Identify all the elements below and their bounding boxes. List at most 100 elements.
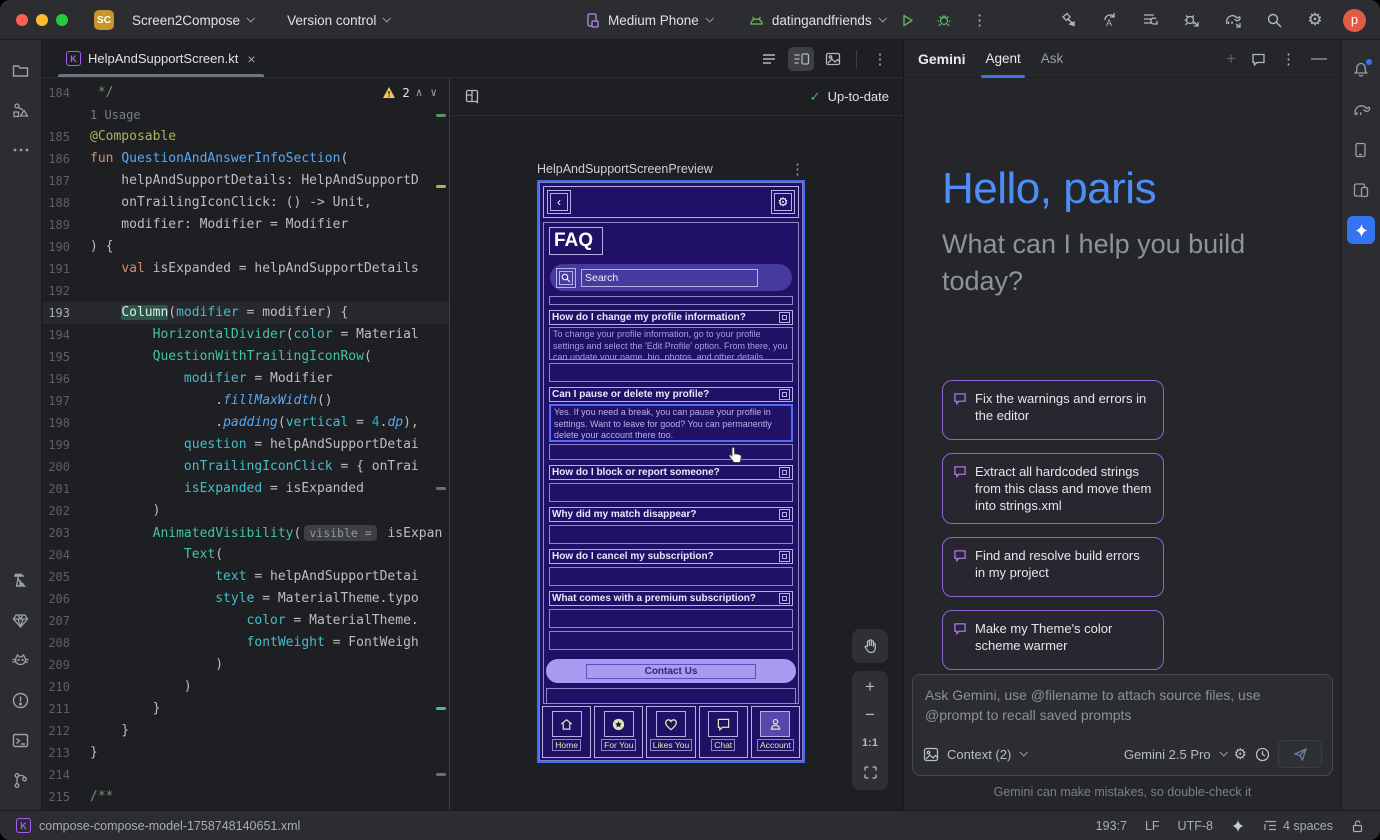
line-number[interactable]: 207: [42, 610, 90, 632]
file-tab[interactable]: K HelpAndSupportScreen.kt ×: [56, 40, 266, 77]
code-line[interactable]: 199 question = helpAndSupportDetai: [42, 434, 449, 456]
code-line[interactable]: 202 ): [42, 500, 449, 522]
user-avatar[interactable]: p: [1343, 9, 1366, 32]
run-button[interactable]: [895, 7, 921, 33]
line-number[interactable]: 198: [42, 412, 90, 434]
code-editor[interactable]: 184 */1 Usage185@Composable186fun Questi…: [42, 78, 450, 810]
nav-item-chat[interactable]: Chat: [699, 706, 748, 758]
code-line[interactable]: 210 ): [42, 676, 449, 698]
running-devices-icon[interactable]: [1347, 176, 1375, 204]
zoom-in-button[interactable]: +: [865, 681, 875, 693]
line-number[interactable]: 212: [42, 720, 90, 742]
tab-agent[interactable]: Agent: [985, 40, 1020, 78]
code-line[interactable]: 209 ): [42, 654, 449, 676]
send-button[interactable]: [1278, 740, 1322, 768]
line-separator[interactable]: LF: [1145, 819, 1160, 833]
zoom-to-fit-icon[interactable]: [863, 765, 878, 780]
line-number[interactable]: 211: [42, 698, 90, 720]
line-number[interactable]: 214: [42, 764, 90, 786]
code-line[interactable]: 191 val isExpanded = helpAndSupportDetai…: [42, 258, 449, 280]
more-actions-icon[interactable]: ⋮: [967, 7, 993, 33]
suggestion-card[interactable]: Make my Theme's color scheme warmer: [942, 610, 1164, 670]
code-line[interactable]: 188 onTrailingIconClick: () -> Unit,: [42, 192, 449, 214]
history-clock-icon[interactable]: [1255, 747, 1270, 762]
faq-question[interactable]: What comes with a premium subscription?: [549, 591, 793, 606]
gradle-icon[interactable]: [1347, 96, 1375, 124]
caret-position[interactable]: 193:7: [1096, 819, 1127, 833]
code-line[interactable]: 200 onTrailingIconClick = { onTrai: [42, 456, 449, 478]
pan-hand-icon[interactable]: [852, 629, 888, 663]
settings-button[interactable]: ⚙: [771, 190, 795, 214]
close-tab-icon[interactable]: ×: [247, 51, 255, 67]
line-number[interactable]: 191: [42, 258, 90, 280]
line-number[interactable]: 188: [42, 192, 90, 214]
project-selector[interactable]: Screen2Compose: [132, 13, 253, 28]
faq-question[interactable]: Why did my match disappear?: [549, 507, 793, 522]
code-line[interactable]: 206 style = MaterialTheme.typo: [42, 588, 449, 610]
project-folder-icon[interactable]: [7, 56, 35, 84]
line-number[interactable]: 199: [42, 434, 90, 456]
gemini-settings-icon[interactable]: ⚙: [1234, 745, 1247, 763]
gradle-sync-icon[interactable]: [1220, 7, 1246, 33]
expand-toggle-icon[interactable]: [779, 551, 790, 562]
faq-question[interactable]: Can I pause or delete my profile?: [549, 387, 793, 402]
context-button[interactable]: Context (2): [947, 747, 1026, 762]
hide-panel-icon[interactable]: —: [1311, 50, 1327, 68]
phone-preview[interactable]: ‹ ⚙ FAQ Search How do I change my profil…: [537, 180, 805, 763]
code-line[interactable]: 189 modifier: Modifier = Modifier: [42, 214, 449, 236]
model-selector[interactable]: Gemini 2.5 Pro: [1124, 747, 1226, 762]
line-number[interactable]: 186: [42, 148, 90, 170]
line-number[interactable]: 185: [42, 126, 90, 148]
code-line[interactable]: 185@Composable: [42, 126, 449, 148]
code-line[interactable]: 197 .fillMaxWidth(): [42, 390, 449, 412]
line-number[interactable]: 190: [42, 236, 90, 258]
more-tool-windows-icon[interactable]: [7, 136, 35, 164]
faq-question[interactable]: How do I change my profile information?: [549, 310, 793, 325]
gemini-options-icon[interactable]: ⋮: [1281, 50, 1296, 68]
expand-toggle-icon[interactable]: [779, 593, 790, 604]
code-line[interactable]: 214: [42, 764, 449, 786]
terminal-icon[interactable]: [7, 726, 35, 754]
line-number[interactable]: 192: [42, 280, 90, 302]
code-line[interactable]: 212 }: [42, 720, 449, 742]
prev-problem-icon[interactable]: ∧: [416, 86, 423, 99]
line-number[interactable]: 194: [42, 324, 90, 346]
line-number[interactable]: 209: [42, 654, 90, 676]
attach-image-icon[interactable]: [923, 747, 939, 762]
preview-options-icon[interactable]: ⋮: [790, 160, 805, 178]
close-window-button[interactable]: [16, 14, 28, 26]
line-number[interactable]: 197: [42, 390, 90, 412]
expand-toggle-icon[interactable]: [779, 509, 790, 520]
nav-item-home[interactable]: Home: [542, 706, 591, 758]
zoom-ratio-button[interactable]: 1:1: [862, 737, 878, 749]
indent-widget[interactable]: 4 spaces: [1263, 819, 1333, 833]
new-chat-icon[interactable]: +: [1226, 49, 1236, 69]
editor-options-icon[interactable]: ⋮: [867, 47, 893, 71]
line-number[interactable]: [42, 104, 90, 126]
maximize-window-button[interactable]: [56, 14, 68, 26]
version-control-icon[interactable]: [7, 766, 35, 794]
code-line[interactable]: 196 modifier = Modifier: [42, 368, 449, 390]
lock-icon[interactable]: [1351, 819, 1364, 833]
line-number[interactable]: 195: [42, 346, 90, 368]
nav-item-likes-you[interactable]: Likes You: [646, 706, 695, 758]
code-line[interactable]: 190) {: [42, 236, 449, 258]
code-line[interactable]: 192: [42, 280, 449, 302]
code-line[interactable]: 187 helpAndSupportDetails: HelpAndSuppor…: [42, 170, 449, 192]
structure-icon[interactable]: [7, 96, 35, 124]
gemini-input-box[interactable]: Ask Gemini, use @filename to attach sour…: [912, 674, 1333, 776]
code-line[interactable]: 208 fontWeight = FontWeigh: [42, 632, 449, 654]
line-number[interactable]: 204: [42, 544, 90, 566]
logcat-icon[interactable]: [7, 646, 35, 674]
run-config-selector[interactable]: datingandfriends: [748, 13, 885, 28]
line-number[interactable]: 201: [42, 478, 90, 500]
code-line[interactable]: 203 AnimatedVisibility(visible = isExpan: [42, 522, 449, 544]
status-file-name[interactable]: compose-compose-model-1758748140651.xml: [39, 819, 300, 833]
line-number[interactable]: 208: [42, 632, 90, 654]
suggestion-card[interactable]: Fix the warnings and errors in the edito…: [942, 380, 1164, 440]
minimize-window-button[interactable]: [36, 14, 48, 26]
line-number[interactable]: 193: [42, 302, 90, 324]
code-line[interactable]: 194 HorizontalDivider(color = Material: [42, 324, 449, 346]
search-bar[interactable]: Search: [550, 264, 792, 291]
line-number[interactable]: 187: [42, 170, 90, 192]
